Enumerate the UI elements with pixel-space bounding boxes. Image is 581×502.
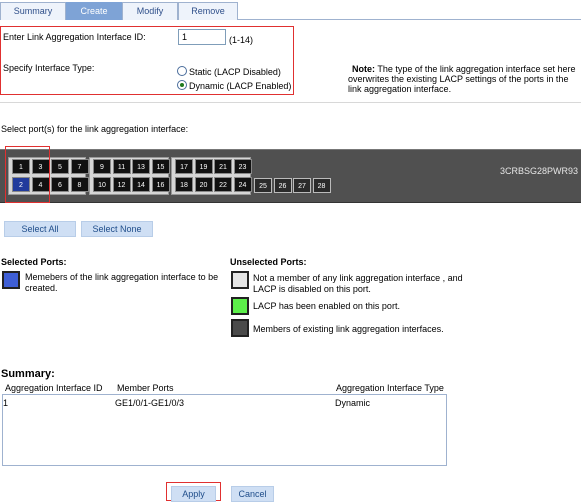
selected-port-description: Memebers of the link aggregation interfa… [25, 272, 219, 293]
port-16[interactable]: 16 [151, 177, 170, 192]
tab-modify[interactable]: Modify [122, 2, 178, 20]
port-12[interactable]: 12 [112, 177, 131, 192]
interface-id-input[interactable] [178, 29, 226, 45]
interface-id-range: (1-14) [229, 35, 254, 45]
port-11[interactable]: 11 [112, 159, 131, 174]
tab-create[interactable]: Create [66, 2, 122, 20]
section-divider [0, 102, 581, 103]
tab-remove[interactable]: Remove [178, 2, 238, 20]
port-18[interactable]: 18 [175, 177, 193, 192]
port-21[interactable]: 21 [214, 159, 232, 174]
port-26[interactable]: 26 [273, 178, 292, 193]
switch-panel: 1 3 5 7 9 11 13 15 17 19 21 23 2 4 6 8 10 12 14 16 18 20 22 24 2… [0, 149, 581, 203]
port-7[interactable]: 7 [70, 159, 89, 174]
static-option-label: Static (LACP Disabled) [189, 67, 281, 77]
port-28[interactable]: 28 [312, 178, 331, 193]
port-8[interactable]: 8 [70, 177, 89, 192]
unselected-ports-title: Unselected Ports: [230, 257, 307, 267]
selected-port-swatch [2, 271, 20, 289]
cancel-button[interactable]: Cancel [231, 486, 274, 502]
tab-summary[interactable]: Summary [0, 2, 66, 20]
note-text: Note: The type of the link aggregation i… [348, 64, 576, 94]
column-header-member-ports: Member Ports [117, 383, 174, 393]
port-19[interactable]: 19 [194, 159, 213, 174]
note-label: Note: [352, 64, 375, 74]
port-22[interactable]: 22 [214, 177, 232, 192]
apply-button[interactable]: Apply [171, 486, 216, 502]
column-header-aggregation-id: Aggregation Interface ID [5, 383, 103, 393]
port-6[interactable]: 6 [51, 177, 69, 192]
port-17[interactable]: 17 [175, 159, 193, 174]
port-5[interactable]: 5 [51, 159, 69, 174]
port-25[interactable]: 25 [254, 178, 272, 193]
select-ports-label: Select port(s) for the link aggregation … [1, 124, 189, 134]
dynamic-option-label: Dynamic (LACP Enabled) [189, 81, 292, 91]
port-23[interactable]: 23 [233, 159, 252, 174]
summary-table [2, 394, 447, 466]
selected-ports-highlight [5, 146, 50, 203]
selected-ports-title: Selected Ports: [1, 257, 67, 267]
summary-cell-type: Dynamic [335, 398, 371, 408]
port-14[interactable]: 14 [132, 177, 150, 192]
interface-id-label: Enter Link Aggregation Interface ID: [3, 32, 146, 42]
member-port-description: Members of existing link aggregation int… [253, 324, 444, 334]
port-10[interactable]: 10 [93, 177, 111, 192]
switch-model-label: 3CRBSG28PWR93 [500, 166, 579, 176]
member-port-swatch [231, 319, 249, 337]
dynamic-radio[interactable] [177, 80, 187, 90]
lacp-port-swatch [231, 297, 249, 315]
summary-title: Summary: [1, 368, 55, 380]
column-header-interface-type: Aggregation Interface Type [336, 383, 444, 393]
summary-cell-members: GE1/0/1-GE1/0/3 [115, 398, 185, 408]
lacp-port-description: LACP has been enabled on this port. [253, 301, 400, 311]
unselected-port-description: Not a member of any link aggregation int… [253, 273, 463, 294]
port-20[interactable]: 20 [194, 177, 213, 192]
port-13[interactable]: 13 [132, 159, 150, 174]
interface-type-label: Specify Interface Type: [3, 63, 95, 73]
select-all-button[interactable]: Select All [4, 221, 76, 237]
port-layer: 1 3 5 7 9 11 13 15 17 19 21 23 2 4 6 8 10 12 14 16 18 20 22 24 2… [0, 150, 581, 204]
select-none-button[interactable]: Select None [81, 221, 153, 237]
static-radio[interactable] [177, 66, 187, 76]
port-9[interactable]: 9 [93, 159, 111, 174]
port-27[interactable]: 27 [293, 178, 311, 193]
port-24[interactable]: 24 [233, 177, 252, 192]
tab-bar: Summary Create Modify Remove [0, 0, 581, 20]
note-body: The type of the link aggregation interfa… [348, 64, 576, 94]
summary-cell-id: 1 [3, 398, 9, 408]
port-15[interactable]: 15 [151, 159, 170, 174]
unselected-port-swatch [231, 271, 249, 289]
